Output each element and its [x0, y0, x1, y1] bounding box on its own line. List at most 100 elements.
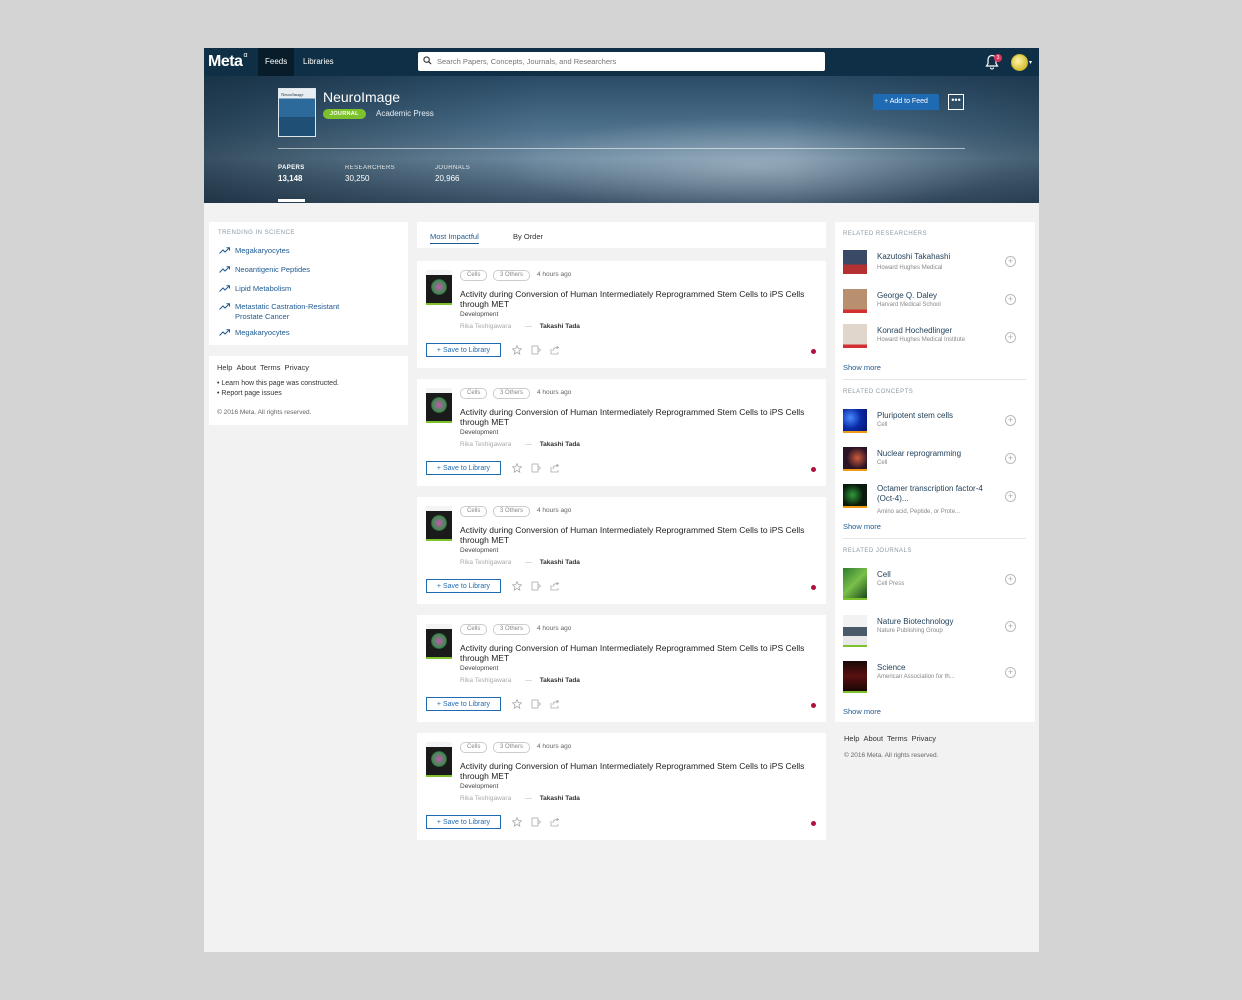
journal-type-badge: JOURNAL — [323, 109, 366, 119]
author-name[interactable]: Rika Teshigawara — [460, 441, 511, 448]
author-name[interactable]: Rika Teshigawara — [460, 323, 511, 330]
concept-tag[interactable]: Cells — [460, 506, 488, 517]
author-name[interactable]: Rika Teshigawara — [460, 677, 511, 684]
tab-feeds[interactable]: Feeds — [258, 48, 295, 76]
cite-icon[interactable] — [531, 463, 541, 473]
others-tag[interactable]: 3 Others — [493, 506, 531, 517]
cite-icon[interactable] — [531, 581, 541, 591]
publisher-name[interactable]: Academic Press — [376, 109, 434, 118]
author-name[interactable]: Rika Teshigawara — [460, 795, 511, 802]
show-more-journals[interactable]: Show more — [843, 707, 881, 716]
add-concept-button[interactable]: + — [1005, 491, 1016, 502]
save-to-library-button[interactable]: + Save to Library — [426, 343, 501, 357]
add-journal-button[interactable]: + — [1005, 621, 1016, 632]
paper-card[interactable]: Cells 3 Others 4 hours ago Activity during … — [417, 379, 826, 486]
others-tag[interactable]: 3 Others — [493, 388, 531, 399]
add-concept-button[interactable]: + — [1005, 415, 1016, 426]
report-issues-link[interactable]: • Report page issues — [217, 390, 282, 397]
about-link[interactable]: About — [236, 363, 256, 372]
others-tag[interactable]: 3 Others — [493, 624, 531, 635]
paper-card[interactable]: Cells 3 Others 4 hours ago Activity during … — [417, 615, 826, 722]
star-icon[interactable] — [512, 463, 522, 473]
paper-journal[interactable]: Development — [460, 547, 498, 554]
stat-researchers[interactable]: RESEARCHERS 30,250 — [345, 165, 395, 183]
paper-journal[interactable]: Development — [460, 783, 498, 790]
show-more-concepts[interactable]: Show more — [843, 522, 881, 531]
paper-thumbnail[interactable] — [426, 506, 452, 541]
paper-thumbnail[interactable] — [426, 388, 452, 423]
privacy-link[interactable]: Privacy — [911, 734, 936, 743]
chevron-down-icon[interactable]: ▾ — [1029, 59, 1032, 66]
concept-tag[interactable]: Cells — [460, 624, 488, 635]
star-icon[interactable] — [512, 581, 522, 591]
save-to-library-button[interactable]: + Save to Library — [426, 697, 501, 711]
paper-thumbnail[interactable] — [426, 624, 452, 659]
paper-title[interactable]: Activity during Conversion of Human Inte… — [460, 525, 810, 545]
paper-journal[interactable]: Development — [460, 311, 498, 318]
paper-thumbnail[interactable] — [426, 270, 452, 305]
stat-journals[interactable]: JOURNALS 20,966 — [435, 165, 470, 183]
add-researcher-button[interactable]: + — [1005, 256, 1016, 267]
paper-thumbnail[interactable] — [426, 742, 452, 777]
concept-tag[interactable]: Cells — [460, 742, 488, 753]
share-icon[interactable] — [550, 699, 560, 709]
share-icon[interactable] — [550, 463, 560, 473]
help-link[interactable]: Help — [217, 363, 232, 372]
add-researcher-button[interactable]: + — [1005, 294, 1016, 305]
terms-link[interactable]: Terms — [887, 734, 907, 743]
search-input[interactable] — [437, 54, 817, 68]
author-name[interactable]: Takashi Tada — [540, 441, 580, 448]
more-options-button[interactable]: ••• — [948, 94, 964, 110]
save-to-library-button[interactable]: + Save to Library — [426, 579, 501, 593]
researcher-avatar — [843, 324, 867, 348]
paper-title[interactable]: Activity during Conversion of Human Inte… — [460, 289, 810, 309]
learn-more-link[interactable]: • Learn how this page was constructed. — [217, 380, 339, 387]
tab-most-impactful[interactable]: Most Impactful — [430, 232, 479, 244]
terms-link[interactable]: Terms — [260, 363, 280, 372]
add-journal-button[interactable]: + — [1005, 574, 1016, 585]
cite-icon[interactable] — [531, 817, 541, 827]
cite-icon[interactable] — [531, 699, 541, 709]
others-tag[interactable]: 3 Others — [493, 742, 531, 753]
add-researcher-button[interactable]: + — [1005, 332, 1016, 343]
author-name[interactable]: Takashi Tada — [540, 559, 580, 566]
journal-cover — [843, 615, 867, 647]
stat-papers[interactable]: PAPERS 13,148 — [278, 165, 305, 183]
share-icon[interactable] — [550, 345, 560, 355]
add-to-feed-button[interactable]: + Add to Feed — [873, 94, 939, 110]
share-icon[interactable] — [550, 817, 560, 827]
add-journal-button[interactable]: + — [1005, 667, 1016, 678]
cite-icon[interactable] — [531, 345, 541, 355]
author-name[interactable]: Takashi Tada — [540, 323, 580, 330]
star-icon[interactable] — [512, 345, 522, 355]
paper-journal[interactable]: Development — [460, 665, 498, 672]
share-icon[interactable] — [550, 581, 560, 591]
paper-card[interactable]: Cells 3 Others 4 hours ago Activity during … — [417, 261, 826, 368]
paper-title[interactable]: Activity during Conversion of Human Inte… — [460, 761, 810, 781]
add-concept-button[interactable]: + — [1005, 453, 1016, 464]
concept-tag[interactable]: Cells — [460, 388, 488, 399]
meta-logo[interactable]: Metaα — [208, 52, 247, 71]
paper-journal[interactable]: Development — [460, 429, 498, 436]
others-tag[interactable]: 3 Others — [493, 270, 531, 281]
privacy-link[interactable]: Privacy — [284, 363, 309, 372]
tab-libraries[interactable]: Libraries — [296, 48, 341, 76]
paper-card[interactable]: Cells 3 Others 4 hours ago Activity during … — [417, 497, 826, 604]
tab-by-order[interactable]: By Order — [513, 232, 543, 241]
save-to-library-button[interactable]: + Save to Library — [426, 461, 501, 475]
star-icon[interactable] — [512, 817, 522, 827]
about-link[interactable]: About — [863, 734, 883, 743]
paper-card[interactable]: Cells 3 Others 4 hours ago Activity during … — [417, 733, 826, 840]
user-avatar[interactable] — [1011, 54, 1028, 71]
author-name[interactable]: Rika Teshigawara — [460, 559, 511, 566]
author-name[interactable]: Takashi Tada — [540, 677, 580, 684]
paper-title[interactable]: Activity during Conversion of Human Inte… — [460, 407, 810, 427]
concept-tag[interactable]: Cells — [460, 270, 488, 281]
save-to-library-button[interactable]: + Save to Library — [426, 815, 501, 829]
author-name[interactable]: Takashi Tada — [540, 795, 580, 802]
search-bar[interactable] — [418, 52, 825, 71]
paper-title[interactable]: Activity during Conversion of Human Inte… — [460, 643, 810, 663]
show-more-researchers[interactable]: Show more — [843, 363, 881, 372]
star-icon[interactable] — [512, 699, 522, 709]
help-link[interactable]: Help — [844, 734, 859, 743]
